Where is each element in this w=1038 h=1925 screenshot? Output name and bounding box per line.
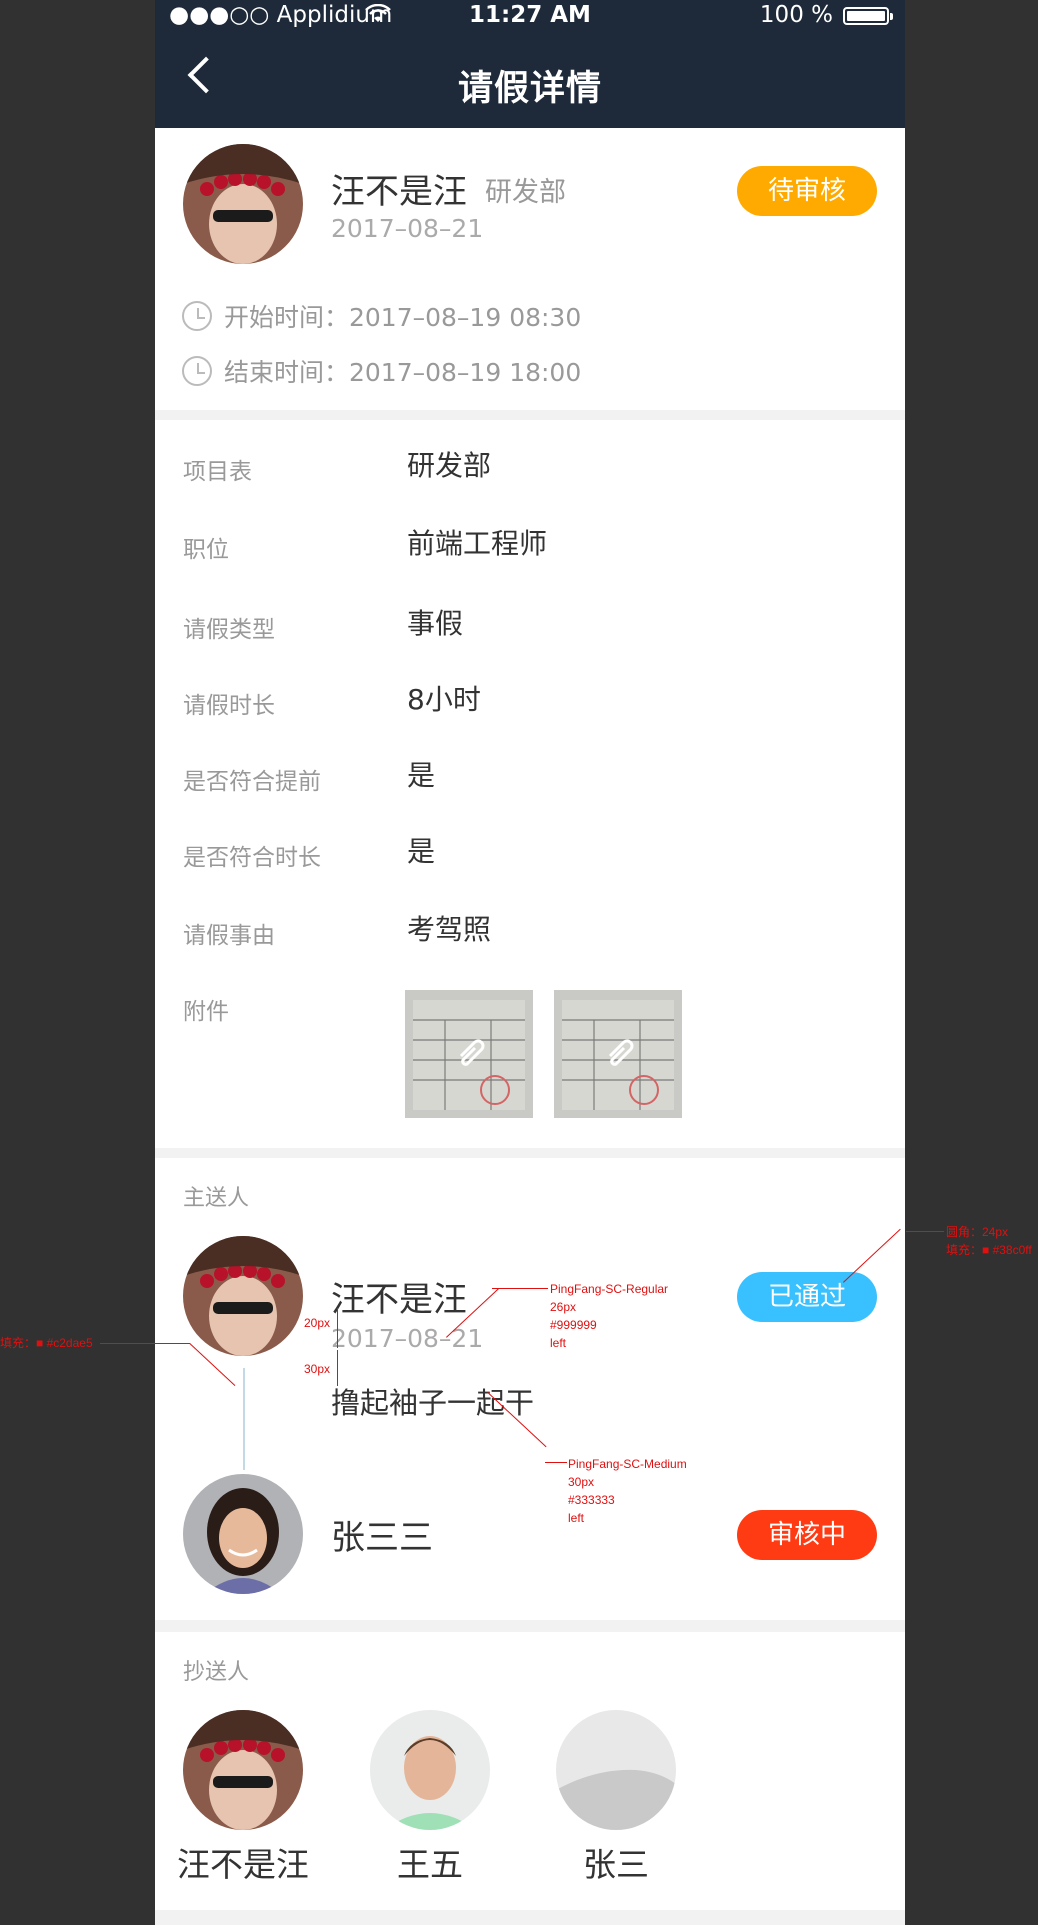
attachment-thumbnail[interactable] (554, 990, 682, 1118)
approver-avatar-image (183, 1474, 303, 1594)
annotation-line-fill: 填充：■ #c2dae5 (0, 1336, 93, 1350)
avatar[interactable] (183, 1474, 303, 1594)
phone-screen: ●●●○○ Applidium 11:27 AM 100 % 请假详情 汪不是汪 (155, 0, 905, 1925)
annotation-leader (545, 1462, 567, 1463)
annotation-font-color: #999999 (550, 1318, 597, 1332)
avatar[interactable] (556, 1710, 676, 1830)
annotation-gap: 30px (304, 1362, 331, 1376)
annotation-fill: 填充：■ #38c0ff (946, 1243, 1032, 1257)
cc-card: 抄送人 汪不是汪 王五 张三 (155, 1632, 905, 1910)
detail-value: 前端工程师 (407, 527, 548, 560)
cc-name: 张三 (583, 1845, 649, 1884)
annotation-leader (100, 1343, 190, 1344)
annotation-leader (492, 1288, 548, 1289)
annotation-font-color: #333333 (568, 1493, 615, 1507)
applicant-name: 汪不是汪 (331, 172, 467, 212)
end-time: 结束时间：2017–08–19 18:00 (224, 358, 582, 387)
detail-label: 请假类型 (183, 617, 275, 643)
document-image (554, 990, 682, 1118)
cc-title: 抄送人 (183, 1660, 250, 1685)
annotation-font-align: left (568, 1511, 585, 1525)
cc-avatar-image (183, 1710, 303, 1830)
avatar[interactable] (183, 144, 303, 264)
cc-name: 王五 (397, 1845, 463, 1884)
approver-name: 张三三 (331, 1518, 433, 1558)
clock-icon (182, 356, 212, 386)
details-card: 项目表 研发部 职位 前端工程师 请假类型 事假 请假时长 8小时 是否符合提前… (155, 420, 905, 1148)
detail-label: 请假时长 (183, 693, 275, 719)
detail-value: 是 (407, 759, 436, 792)
annotation-comment-font: PingFang-SC-Medium 30px #333333 left (568, 1455, 687, 1527)
applicant-date: 2017–08–21 (331, 214, 484, 243)
annotation-bracket (337, 1350, 338, 1386)
detail-value: 事假 (407, 607, 464, 640)
document-image (405, 990, 533, 1118)
annotation-font-size: 30px (568, 1475, 595, 1489)
detail-label: 请假事由 (183, 923, 275, 949)
approvers-title: 主送人 (183, 1186, 250, 1211)
status-bar: ●●●○○ Applidium 11:27 AM 100 % (155, 0, 905, 30)
approver-avatar-image (183, 1236, 303, 1356)
annotation-font-name: PingFang-SC-Medium (568, 1457, 687, 1471)
detail-value: 8小时 (407, 683, 481, 716)
annotation-font-size: 26px (550, 1300, 577, 1314)
timeline-connector (243, 1368, 245, 1470)
annotation-leader (906, 1231, 944, 1232)
detail-value: 研发部 (407, 449, 492, 482)
end-time-row: 结束时间：2017–08–19 18:00 (182, 353, 581, 389)
cc-name: 汪不是汪 (177, 1845, 309, 1884)
status-badge: 待审核 (737, 166, 877, 216)
approver-date: 2017–08–21 (331, 1324, 484, 1353)
status-badge: 已通过 (737, 1272, 877, 1322)
applicant-avatar-image (183, 144, 303, 264)
clock-icon (182, 301, 212, 331)
avatar[interactable] (370, 1710, 490, 1830)
approver-name: 汪不是汪 (331, 1280, 467, 1320)
annotation-bracket (337, 1308, 338, 1348)
attachments-label: 附件 (183, 999, 229, 1025)
cc-avatar-image (370, 1710, 490, 1830)
page-title: 请假详情 (457, 69, 602, 109)
annotation-pill: 圆角：24px 填充：■ #38c0ff (946, 1223, 1032, 1259)
start-time-row: 开始时间：2017–08–19 08:30 (182, 298, 581, 334)
start-time: 开始时间：2017–08–19 08:30 (224, 303, 582, 332)
status-badge: 审核中 (737, 1510, 877, 1560)
annotation-font-name: PingFang-SC-Regular (550, 1282, 669, 1296)
annotation-gap: 20px (304, 1316, 331, 1330)
applicant-card: 汪不是汪 研发部 2017–08–21 待审核 开始时间：2017–08–19 … (155, 128, 905, 410)
top-bar: ●●●○○ Applidium 11:27 AM 100 % 请假详情 (155, 0, 905, 128)
annotation-font-align: left (550, 1336, 567, 1350)
battery-icon (843, 7, 893, 25)
attachment-thumbnail[interactable] (405, 990, 533, 1118)
detail-label: 项目表 (183, 459, 252, 485)
applicant-dept: 研发部 (485, 177, 566, 208)
avatar[interactable] (183, 1710, 303, 1830)
annotation-radius: 圆角：24px (946, 1225, 1009, 1239)
detail-value: 是 (407, 835, 436, 868)
approver-comment: 撸起袖子一起干 (331, 1386, 535, 1420)
detail-label: 是否符合提前 (183, 769, 321, 795)
annotation-date-font: PingFang-SC-Regular 26px #999999 left (550, 1280, 668, 1352)
detail-value: 考驾照 (407, 913, 492, 946)
detail-label: 职位 (183, 537, 229, 563)
battery-percent: 100 % (759, 2, 833, 28)
avatar[interactable] (183, 1236, 303, 1356)
approvers-card: 主送人 汪不是汪 2017–08–21 撸起袖子一起干 已通过 张三三 审核中 (155, 1158, 905, 1620)
cc-avatar-image (556, 1710, 676, 1830)
detail-label: 是否符合时长 (183, 845, 321, 871)
